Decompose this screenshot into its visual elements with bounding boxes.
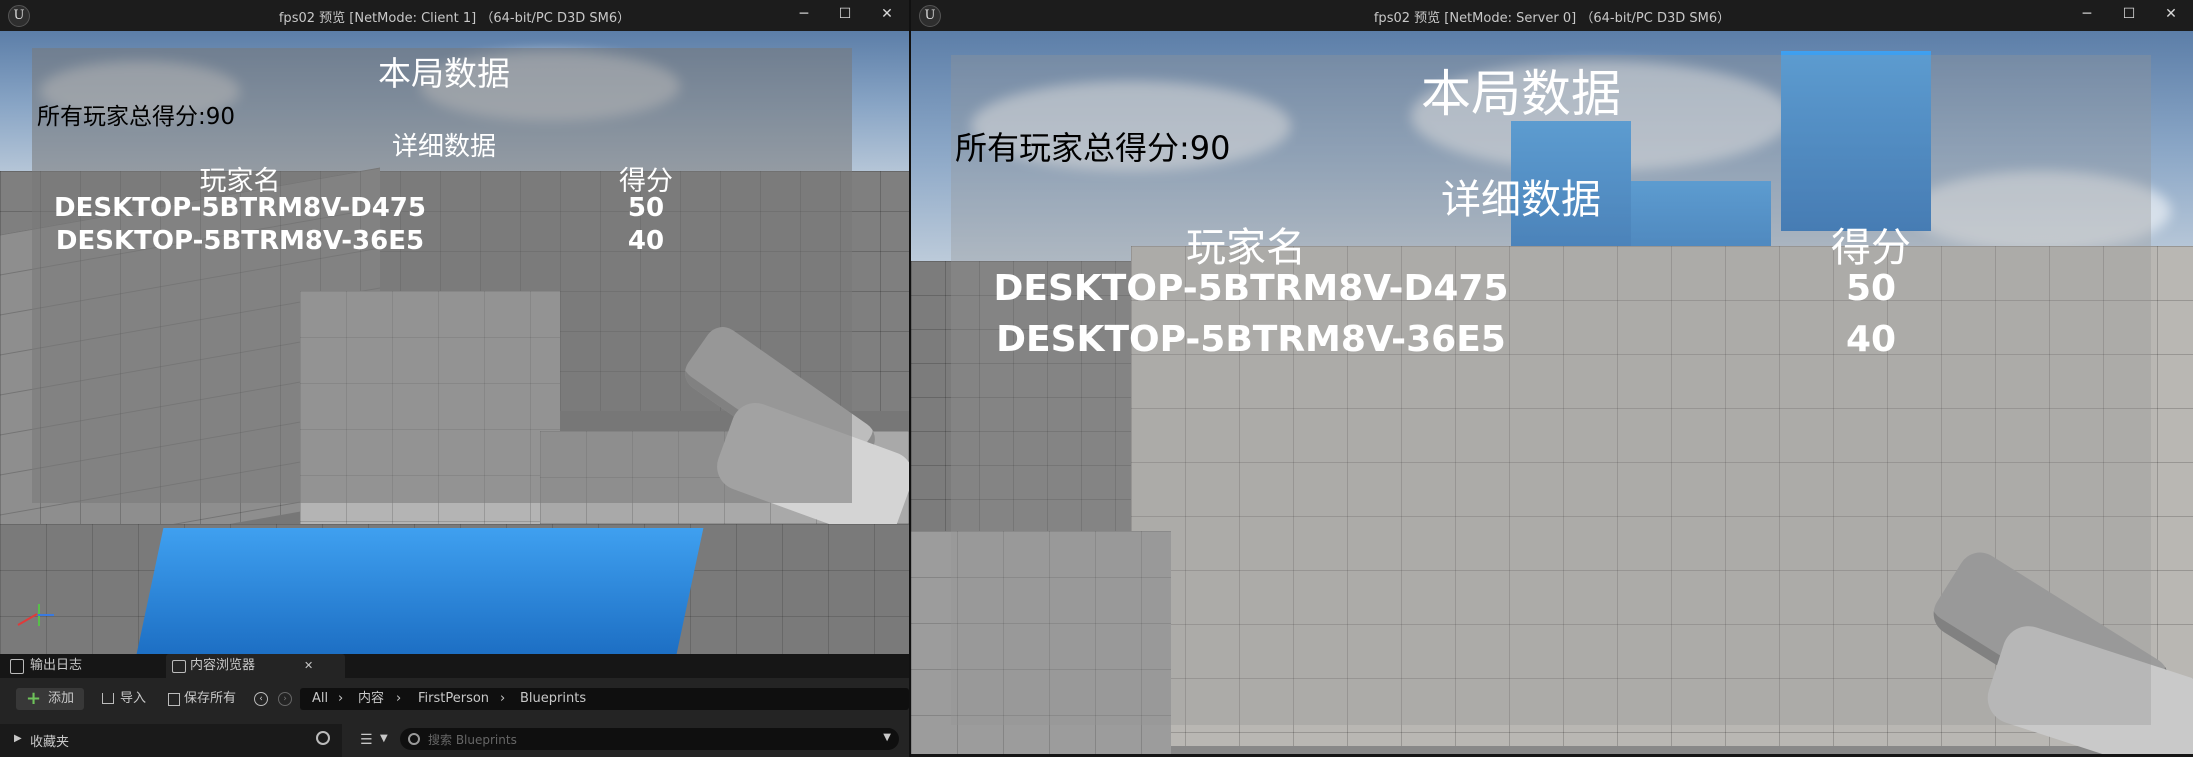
tab-output-log-label: 输出日志 [30, 658, 83, 673]
tab-output-log[interactable]: 输出日志 [6, 654, 180, 678]
hud-title: 本局数据 [378, 54, 510, 93]
player-row-1-name: DESKTOP-5BTRM8V-D475 [54, 193, 426, 223]
search-icon[interactable] [316, 731, 330, 745]
close-icon[interactable]: ✕ [2157, 3, 2185, 25]
expand-arrow-icon: ▶ [14, 733, 22, 744]
tab-content-browser[interactable]: 内容浏览器 ✕ [166, 654, 345, 678]
save-all-button[interactable]: 保存所有 [166, 688, 246, 710]
left-title-bar: U fps02 预览 [NetMode: Client 1] （64-bit/P… [0, 0, 909, 31]
chevron-down-icon[interactable]: ▼ [883, 732, 891, 743]
total-score-label: 所有玩家总得分:90 [37, 104, 236, 130]
content-browser-icon [172, 660, 186, 673]
chevron-right-icon: › [500, 691, 506, 706]
player-row-1-name: DESKTOP-5BTRM8V-D475 [993, 268, 1509, 309]
favorites-label: 收藏夹 [30, 735, 70, 750]
save-all-button-label: 保存所有 [184, 691, 237, 706]
minimize-icon[interactable]: ─ [790, 3, 818, 25]
save-icon [168, 693, 180, 706]
axis-gizmo-icon [14, 596, 54, 636]
add-button[interactable]: + 添加 [16, 688, 84, 710]
server-game-viewport[interactable]: 本局数据 所有玩家总得分:90 详细数据 玩家名 得分 DESKTOP-5BTR… [911, 31, 2193, 754]
add-button-label: 添加 [48, 691, 75, 706]
right-game-window: U fps02 预览 [NetMode: Server 0] （64-bit/P… [911, 0, 2193, 757]
player-row-1-score: 50 [627, 193, 665, 223]
breadcrumb-item[interactable]: 内容 [358, 688, 384, 710]
blue-cube [136, 528, 704, 654]
filter-dropdown-icon[interactable]: ▼ [380, 733, 388, 744]
history-forward-icon[interactable]: › [278, 692, 292, 706]
minimize-icon[interactable]: ─ [2073, 3, 2101, 25]
search-input[interactable]: 搜索 Blueprints ▼ [400, 728, 899, 750]
breadcrumb-item[interactable]: Blueprints [520, 688, 586, 710]
left-game-window: U fps02 预览 [NetMode: Client 1] （64-bit/P… [0, 0, 909, 757]
history-back-icon[interactable]: ‹ [254, 692, 268, 706]
editor-bottom-panel: 输出日志 内容浏览器 ✕ + 添加 导入 保存所有 ‹ › All › 内容 ›… [0, 654, 909, 757]
breadcrumb: All › 内容 › FirstPerson › Blueprints [300, 688, 909, 710]
maximize-icon[interactable]: ☐ [831, 3, 859, 25]
close-tab-icon[interactable]: ✕ [304, 654, 313, 678]
tab-content-browser-label: 内容浏览器 [190, 658, 256, 673]
breadcrumb-item[interactable]: All [312, 688, 328, 710]
total-score-label: 所有玩家总得分:90 [955, 129, 1231, 167]
breadcrumb-item[interactable]: FirstPerson [418, 688, 489, 710]
search-placeholder: 搜索 Blueprints [428, 733, 517, 747]
import-icon [102, 693, 114, 704]
log-icon [10, 659, 24, 674]
filter-icon[interactable]: ☰ [360, 732, 373, 748]
hud-title: 本局数据 [1421, 65, 1621, 123]
player-row-2-name: DESKTOP-5BTRM8V-36E5 [996, 319, 1506, 360]
detail-title: 详细数据 [391, 132, 496, 162]
detail-title: 详细数据 [1441, 177, 1601, 223]
search-input-icon [408, 733, 420, 745]
client-game-viewport[interactable]: 本局数据 所有玩家总得分:90 详细数据 玩家名 得分 DESKTOP-5BTR… [0, 31, 909, 524]
plus-icon: + [26, 688, 42, 709]
import-button-label: 导入 [120, 691, 147, 706]
chevron-right-icon: › [338, 691, 344, 706]
maximize-icon[interactable]: ☐ [2115, 3, 2143, 25]
favorites-section[interactable]: ▶ 收藏夹 [0, 724, 342, 757]
player-row-2-score: 40 [627, 226, 665, 256]
player-column-header: 玩家名 [1186, 225, 1306, 271]
close-icon[interactable]: ✕ [873, 3, 901, 25]
right-title-bar: U fps02 预览 [NetMode: Server 0] （64-bit/P… [911, 0, 2193, 31]
editor-level-viewport[interactable] [0, 524, 909, 654]
import-button[interactable]: 导入 [100, 688, 156, 710]
player-row-1-score: 50 [1845, 268, 1897, 309]
window-title: fps02 预览 [NetMode: Server 0] （64-bit/PC … [1373, 11, 1731, 26]
player-row-2-name: DESKTOP-5BTRM8V-36E5 [55, 226, 425, 256]
chevron-right-icon: › [396, 691, 402, 706]
window-title: fps02 预览 [NetMode: Client 1] （64-bit/PC … [278, 11, 631, 26]
score-column-header: 得分 [1831, 225, 1911, 271]
player-row-2-score: 40 [1845, 319, 1897, 360]
